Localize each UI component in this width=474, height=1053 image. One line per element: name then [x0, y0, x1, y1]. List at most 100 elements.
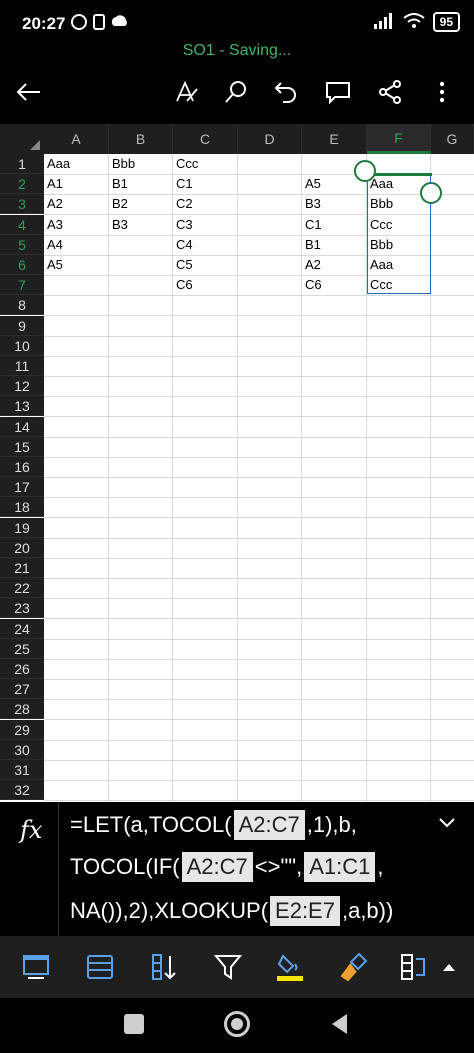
row-header[interactable]: 9	[0, 316, 44, 336]
recents-icon[interactable]	[124, 1014, 144, 1034]
row-header[interactable]: 22	[0, 578, 44, 598]
format-table-icon[interactable]	[82, 950, 118, 984]
cell-c5[interactable]: C4	[173, 235, 193, 255]
cell-e5[interactable]: B1	[302, 235, 321, 255]
row-header[interactable]: 30	[0, 740, 44, 760]
cell-a5[interactable]: A4	[44, 235, 63, 255]
row-header[interactable]: 8	[0, 295, 44, 315]
collapse-formula-icon[interactable]	[438, 816, 456, 834]
column-header-d[interactable]: D	[238, 124, 302, 154]
row-header[interactable]: 26	[0, 659, 44, 679]
grid-line	[44, 416, 474, 417]
row-header[interactable]: 11	[0, 356, 44, 376]
row-header[interactable]: 29	[0, 720, 44, 740]
row-header[interactable]: 23	[0, 598, 44, 618]
row-header[interactable]: 14	[0, 417, 44, 437]
cell-c7[interactable]: C6	[173, 275, 193, 295]
grid-line	[44, 740, 474, 741]
cell-c4[interactable]: C3	[173, 215, 193, 235]
back-icon[interactable]	[330, 1013, 348, 1040]
row-header[interactable]: 5	[0, 235, 44, 255]
row-header[interactable]: 21	[0, 558, 44, 578]
row-header[interactable]: 4	[0, 215, 44, 235]
comment-icon[interactable]	[318, 72, 358, 112]
row-header[interactable]: 16	[0, 457, 44, 477]
search-icon[interactable]	[216, 72, 256, 112]
column-header-a[interactable]: A	[44, 124, 109, 154]
clear-format-icon[interactable]	[336, 950, 372, 984]
column-header-f[interactable]: F	[367, 124, 431, 154]
cell-e4[interactable]: C1	[302, 215, 322, 235]
row-header[interactable]: 7	[0, 275, 44, 295]
column-header-g[interactable]: G	[431, 124, 474, 154]
fill-color-icon[interactable]	[272, 950, 308, 984]
freeze-panes-icon[interactable]	[18, 950, 54, 984]
row-header[interactable]: 6	[0, 255, 44, 275]
row-header[interactable]: 1	[0, 154, 44, 174]
grid-line	[44, 356, 474, 357]
formula-line-1[interactable]: =LET(a,TOCOL(A2:C7,1),b,	[70, 810, 357, 840]
filter-icon[interactable]	[210, 950, 246, 984]
row-header[interactable]: 28	[0, 699, 44, 719]
back-arrow-icon[interactable]	[8, 72, 48, 112]
grid-line	[237, 154, 238, 802]
cell-c3[interactable]: C2	[173, 194, 193, 214]
cell-c6[interactable]: C5	[173, 255, 193, 275]
row-header[interactable]: 3	[0, 194, 44, 214]
selection-handle-end[interactable]	[420, 182, 442, 204]
formula-line-3[interactable]: NA()),2),XLOOKUP(E2:E7 ,a,b))	[70, 896, 393, 926]
grid-line	[44, 336, 474, 337]
formula-line-2[interactable]: TOCOL(IF(A2:C7 <>"", A1:C1,	[70, 852, 383, 882]
column-header-c[interactable]: C	[173, 124, 238, 154]
cell-b3[interactable]: B2	[109, 194, 128, 214]
cell-e6[interactable]: A2	[302, 255, 321, 275]
row-header[interactable]: 12	[0, 376, 44, 396]
row-header[interactable]: 15	[0, 437, 44, 457]
cell-a6[interactable]: A5	[44, 255, 63, 275]
row-header[interactable]: 24	[0, 619, 44, 639]
cell-a2[interactable]: A1	[44, 174, 63, 194]
cell-a1[interactable]: Aaa	[44, 154, 70, 174]
home-icon[interactable]	[224, 1011, 250, 1037]
select-all-corner[interactable]	[0, 124, 44, 154]
column-header-e[interactable]: E	[302, 124, 367, 154]
row-header[interactable]: 20	[0, 538, 44, 558]
row-header[interactable]: 18	[0, 497, 44, 517]
cell-a4[interactable]: A3	[44, 215, 63, 235]
more-icon[interactable]	[422, 72, 462, 112]
row-header[interactable]: 32	[0, 780, 44, 800]
grid-line	[44, 477, 474, 478]
top-toolbar	[0, 66, 474, 120]
draw-icon[interactable]	[166, 72, 206, 112]
undo-icon[interactable]	[266, 72, 306, 112]
sort-icon[interactable]	[146, 950, 182, 984]
row-header[interactable]: 2	[0, 174, 44, 194]
formula-bar[interactable]: fx =LET(a,TOCOL(A2:C7,1),b, TOCOL(IF(A2:…	[0, 802, 474, 936]
row-header[interactable]: 13	[0, 396, 44, 416]
row-header[interactable]: 25	[0, 639, 44, 659]
column-header-b[interactable]: B	[109, 124, 173, 154]
row-header[interactable]: 17	[0, 477, 44, 497]
row-header[interactable]: 10	[0, 336, 44, 356]
formula-text: <>"",	[254, 854, 303, 879]
cell-c2[interactable]: C1	[173, 174, 193, 194]
cell-b2[interactable]: B1	[109, 174, 128, 194]
cell-c1[interactable]: Ccc	[173, 154, 198, 174]
row-header[interactable]: 27	[0, 679, 44, 699]
formula-reference: A2:C7	[233, 810, 305, 840]
grid-line	[44, 639, 474, 640]
share-icon[interactable]	[370, 72, 410, 112]
cell-e3[interactable]: B3	[302, 194, 321, 214]
cell-b4[interactable]: B3	[109, 215, 128, 235]
expand-ribbon-icon[interactable]	[436, 950, 462, 984]
cell-e2[interactable]: A5	[302, 174, 321, 194]
row-header[interactable]: 31	[0, 760, 44, 780]
selection-handle-start[interactable]	[354, 160, 376, 182]
formula-text: =LET(a,TOCOL(	[70, 812, 232, 837]
cell-e7[interactable]: C6	[302, 275, 322, 295]
cell-a3[interactable]: A2	[44, 194, 63, 214]
cell-b1[interactable]: Bbb	[109, 154, 135, 174]
insert-column-icon[interactable]	[396, 950, 432, 984]
spreadsheet-grid[interactable]: A B C D E F G 1 2 3 4 5 6 7 8 9 10 11 12 13 14 15 16 17 1…	[0, 124, 474, 802]
row-header[interactable]: 19	[0, 518, 44, 538]
